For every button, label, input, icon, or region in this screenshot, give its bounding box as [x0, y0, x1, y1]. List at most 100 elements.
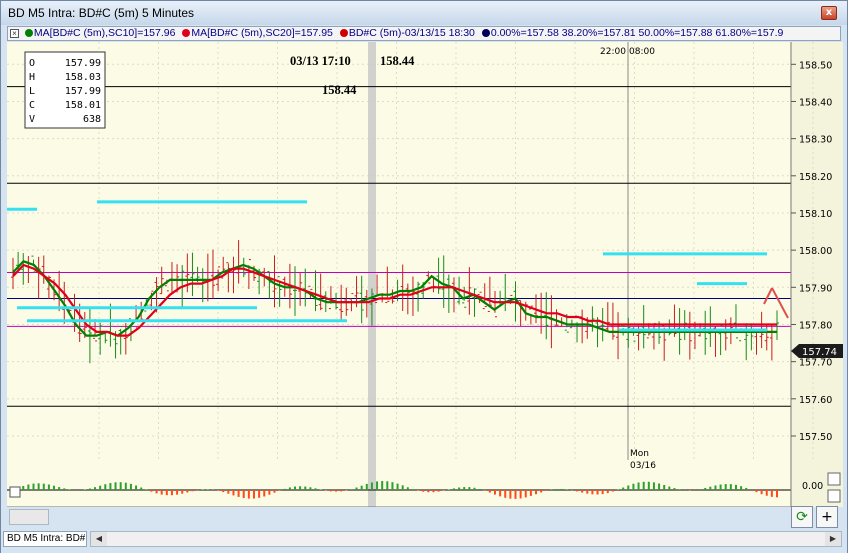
volume-bar: [545, 490, 548, 491]
volume-bar: [129, 483, 132, 490]
volume-bar: [391, 482, 394, 490]
scroll-right-icon[interactable]: ▶: [825, 532, 841, 546]
ohlc-value: 638: [83, 114, 101, 125]
pane-toggle-down-icon[interactable]: [827, 489, 841, 503]
volume-bar: [329, 490, 332, 492]
volume-bar: [299, 486, 302, 490]
volume-bar: [370, 482, 373, 490]
ohlc-key: H: [29, 72, 35, 83]
volume-bar: [519, 490, 522, 499]
volume-bar: [535, 490, 538, 495]
volume-bar: [509, 490, 512, 499]
legend-ma20[interactable]: MA[BD#C (5m),SC20]=157.95: [182, 27, 333, 40]
volume-bar: [458, 487, 461, 490]
volume-bar: [442, 490, 445, 491]
volume-bar: [596, 490, 599, 495]
volume-bar: [181, 490, 184, 494]
ma20-dot-icon: [182, 29, 191, 37]
volume-bar: [227, 490, 230, 494]
session-label-b: 08:00: [629, 47, 655, 57]
volume-bar: [417, 490, 420, 491]
volume-bar: [140, 487, 143, 490]
volume-bar: [637, 482, 640, 490]
volume-bar: [150, 490, 153, 492]
volume-bar: [776, 490, 778, 498]
price-tick-label: 157.90: [799, 283, 832, 294]
legend-price-text: BD#C (5m)-03/13/15 18:30: [348, 27, 475, 39]
scroll-left-icon[interactable]: ◀: [91, 532, 107, 546]
volume-bar: [432, 490, 435, 493]
price-tick-label: 157.70: [799, 358, 832, 369]
volume-bar: [365, 483, 368, 490]
volume-bar: [32, 483, 35, 490]
horizontal-scrollbar[interactable]: ◀ ▶: [90, 531, 842, 547]
volume-bar: [386, 481, 389, 490]
close-button[interactable]: x: [821, 6, 837, 20]
tab-bd-m5-intra[interactable]: BD M5 Intra: BD#C (5m) 5 Minutes: [3, 531, 87, 547]
volume-bar: [606, 490, 609, 494]
volume-bar: [678, 489, 681, 490]
volume-bar: [165, 490, 168, 496]
volume-bar: [94, 487, 97, 490]
volume-bar: [155, 490, 158, 494]
ma10-dot-icon: [24, 29, 33, 37]
volume-bar: [734, 484, 737, 490]
volume-bar: [463, 487, 466, 490]
price-dot-icon: [339, 29, 348, 37]
cursor-price: 158.44: [380, 54, 415, 68]
price-tick-label: 158.30: [799, 135, 832, 146]
volume-bar: [242, 490, 245, 499]
volume-bar: [468, 487, 471, 490]
volume-pane-icon[interactable]: [9, 486, 21, 498]
volume-bar: [427, 490, 430, 493]
volume-bar: [37, 483, 40, 490]
volume-bar: [345, 490, 348, 491]
volume-bar: [755, 490, 758, 493]
volume-bar: [314, 488, 317, 490]
volume-bar: [647, 481, 650, 490]
legend-ma10[interactable]: MA[BD#C (5m),SC10]=157.96: [24, 27, 175, 40]
pane-toggle-up-icon[interactable]: [827, 472, 841, 486]
volume-bar: [191, 490, 194, 492]
pane-resize-box[interactable]: [9, 509, 49, 525]
volume-bar: [411, 489, 414, 490]
legend-fib[interactable]: 0.00%=157.58 38.20%=157.81 50.00%=157.88…: [481, 27, 783, 40]
volume-bar: [452, 488, 455, 490]
volume-bar: [611, 490, 614, 492]
fib-dot-icon: [481, 29, 490, 37]
refresh-icon[interactable]: ⟳: [791, 506, 813, 528]
legend-price[interactable]: BD#C (5m)-03/13/15 18:30: [339, 27, 475, 40]
volume-bar: [560, 488, 563, 490]
volume-bar: [704, 487, 707, 490]
volume-bar: [335, 490, 338, 492]
volume-bar: [524, 490, 527, 498]
volume-bar: [58, 487, 61, 490]
tab-bar: BD M5 Intra: BD#C (5m) 5 Minutes ◀ ▶: [1, 529, 847, 553]
title-bar[interactable]: BD M5 Intra: BD#C (5m) 5 Minutes x: [1, 1, 847, 25]
volume-bar: [401, 485, 404, 490]
volume-bar: [658, 483, 661, 490]
volume-bar: [124, 482, 127, 490]
last-price-label: 157.74: [802, 347, 837, 358]
plot-area[interactable]: [7, 42, 791, 507]
volume-bar: [170, 490, 173, 496]
volume-bar: [217, 490, 220, 491]
volume-bar: [760, 490, 763, 495]
volume-bar: [283, 488, 286, 490]
indicator-legend-bar: × MA[BD#C (5m),SC10]=157.96 MA[BD#C (5m)…: [7, 26, 841, 41]
zoom-in-icon[interactable]: +: [816, 506, 838, 528]
legend-ma20-text: MA[BD#C (5m),SC20]=157.95: [191, 27, 333, 39]
volume-bar: [699, 489, 702, 490]
volume-bar: [663, 484, 666, 490]
session-date-label: 03/16: [630, 461, 656, 471]
volume-bar: [770, 490, 773, 497]
hline-price-label: 158.44: [322, 83, 357, 97]
chart-window: BD M5 Intra: BD#C (5m) 5 Minutes x × MA[…: [0, 0, 848, 553]
price-chart[interactable]: 158.50 158.40 158.30 158.20 158.10 158.00 157.…: [7, 42, 843, 507]
volume-bar: [88, 488, 91, 490]
volume-bar: [258, 490, 261, 498]
volume-bar: [719, 484, 722, 490]
legend-close-icon[interactable]: ×: [10, 29, 19, 38]
session-label-a: 22:00: [600, 47, 626, 57]
price-tick-label: 158.00: [799, 246, 832, 257]
